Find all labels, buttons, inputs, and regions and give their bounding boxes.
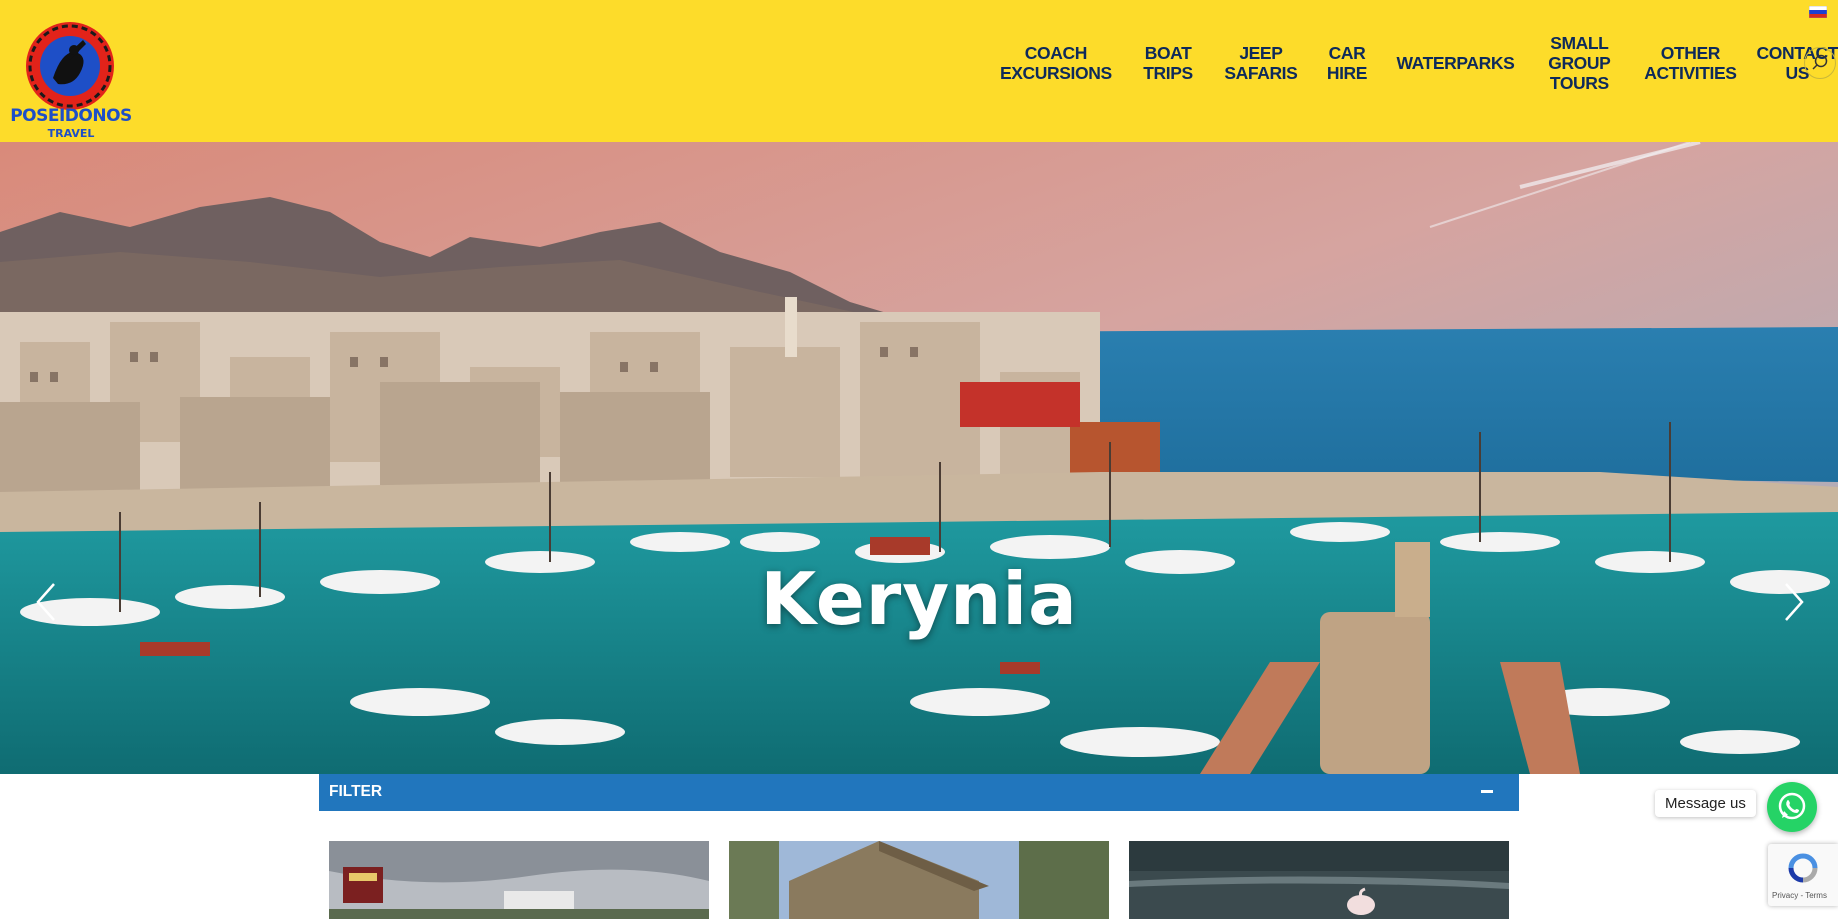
nav-small-group-tours[interactable]: SMALL GROUP TOURS <box>1535 33 1623 93</box>
card-image <box>329 841 709 919</box>
brand-name: POSEIDONOS <box>10 106 132 126</box>
whatsapp-icon <box>1778 792 1806 820</box>
tour-card[interactable] <box>1129 841 1509 919</box>
search-icon <box>1812 54 1828 70</box>
filter-label: FILTER <box>329 783 383 800</box>
chevron-left-icon[interactable] <box>32 580 60 624</box>
hero-slider: Kerynia <box>0 142 1838 774</box>
recaptcha-icon <box>1788 853 1818 883</box>
nav-jeep-safaris[interactable]: JEEP SAFARIS <box>1224 43 1297 83</box>
site-header: POSEIDONOS TRAVEL COACH EXCURSIONS BOAT … <box>0 0 1838 142</box>
russian-flag-icon[interactable] <box>1809 6 1827 18</box>
main-nav: COACH EXCURSIONS BOAT TRIPS JEEP SAFARIS… <box>1000 33 1838 93</box>
nav-waterparks[interactable]: WATERPARKS <box>1397 53 1515 73</box>
card-image <box>1129 841 1509 919</box>
hero-title: Kerynia <box>760 557 1078 641</box>
minus-icon[interactable] <box>1481 790 1493 793</box>
card-image <box>729 841 1109 919</box>
search-button[interactable] <box>1804 47 1836 79</box>
tour-card[interactable] <box>329 841 709 919</box>
hero-image <box>0 142 1838 774</box>
nav-coach-excursions[interactable]: COACH EXCURSIONS <box>1000 43 1112 83</box>
recaptcha-badge[interactable]: Privacy - Terms <box>1768 844 1838 906</box>
nav-car-hire[interactable]: CAR HIRE <box>1318 43 1375 83</box>
brand-sub: TRAVEL <box>47 127 95 140</box>
chevron-right-icon[interactable] <box>1780 580 1808 624</box>
nav-other-activities[interactable]: OTHER ACTIVITIES <box>1644 43 1737 83</box>
recaptcha-links[interactable]: Privacy - Terms <box>1772 891 1827 900</box>
tour-card[interactable] <box>729 841 1109 919</box>
filter-bar[interactable]: FILTER <box>319 774 1519 811</box>
message-us-label[interactable]: Message us <box>1655 790 1756 817</box>
whatsapp-button[interactable] <box>1767 782 1817 832</box>
nav-boat-trips[interactable]: BOAT TRIPS <box>1133 43 1204 83</box>
